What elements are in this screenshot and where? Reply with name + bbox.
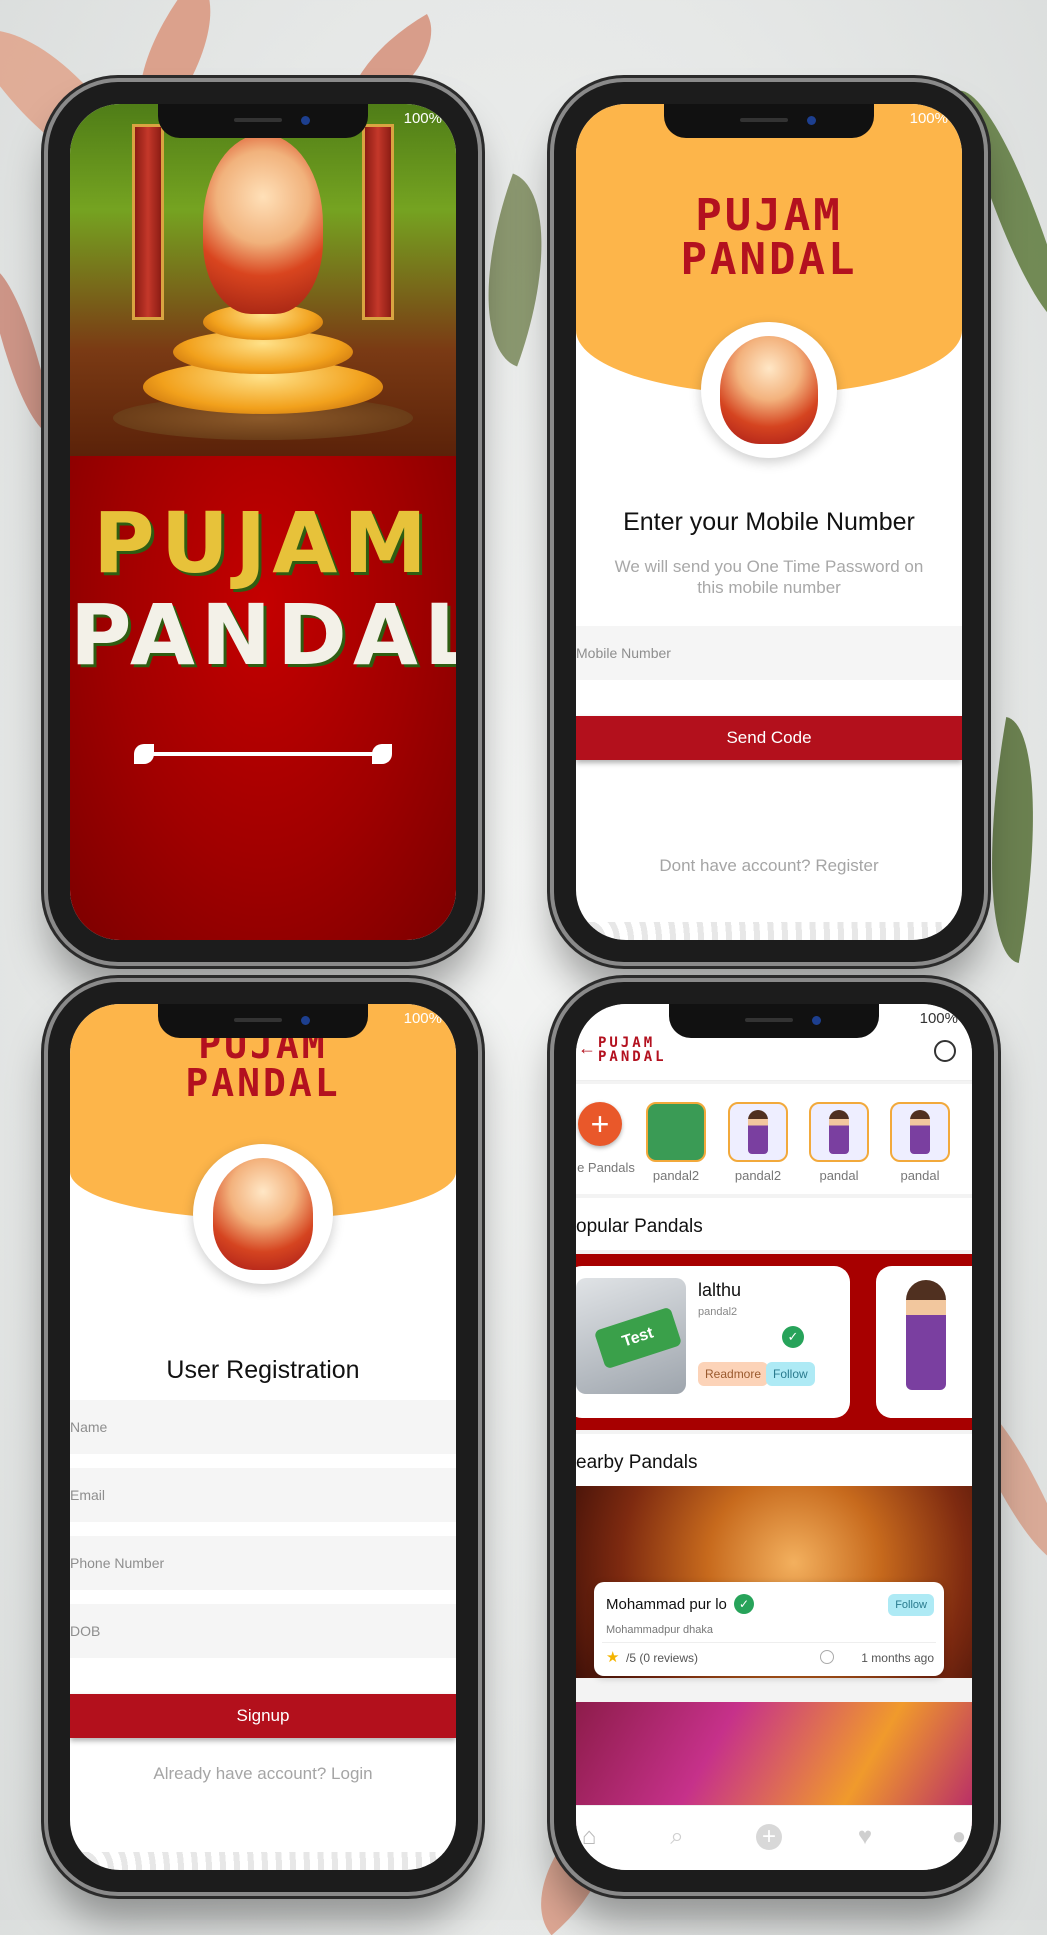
splash-screen: 100% PUJAM PANDAL — [70, 104, 456, 940]
home-icon[interactable]: ⌂ — [576, 1824, 602, 1850]
send-code-button[interactable]: Send Code — [576, 716, 962, 760]
nearby-pandal-name: Mohammad pur lo — [606, 1596, 727, 1613]
time-text: 1 months ago — [861, 1651, 934, 1665]
story-item[interactable]: pandal2 — [646, 1102, 706, 1183]
story-label: e Pandals — [577, 1160, 635, 1175]
phone-login: 100% PUJAM PANDAL Enter your Mobile Numb… — [554, 82, 984, 962]
logo-line1: PUJAM — [93, 494, 433, 592]
story-thumbnail — [890, 1102, 950, 1162]
story-label: pandal2 — [652, 1168, 700, 1183]
pandal-image — [906, 1280, 946, 1390]
follow-button[interactable]: Follow — [888, 1594, 934, 1616]
popular-pandals-carousel: Test lalthu pandal2 ✓ Readmore Follow — [576, 1254, 972, 1430]
dob-input[interactable]: DOB — [70, 1604, 456, 1658]
pandal-image: Test — [576, 1278, 686, 1394]
nearby-pandal-address: Mohammadpur dhaka — [606, 1624, 714, 1636]
star-icon: ★ — [606, 1649, 620, 1666]
login-subtitle: We will send you One Time Password on th… — [614, 557, 924, 597]
phone-splash: 100% PUJAM PANDAL — [48, 82, 478, 962]
stories-row: + e Pandals pandal2 pandal2 pandal panda… — [576, 1084, 972, 1194]
popular-section-title: opular Pandals — [576, 1216, 703, 1237]
login-title: Enter your Mobile Number — [623, 508, 915, 536]
phone-number-input[interactable]: Phone Number — [70, 1536, 456, 1590]
verified-icon: ✓ — [782, 1326, 804, 1348]
footer-pattern — [70, 1852, 456, 1870]
logo-line1: PUJAM — [598, 1035, 656, 1051]
pandal-subtitle: pandal2 — [698, 1306, 738, 1318]
story-label: pandal2 — [734, 1168, 782, 1183]
register-link[interactable]: Dont have account? Register — [576, 856, 962, 876]
follow-button[interactable]: Follow — [766, 1362, 815, 1386]
logo-line1: PUJAM — [695, 190, 843, 241]
story-thumbnail — [646, 1102, 706, 1162]
phone-notch — [158, 104, 368, 138]
temple-pillar — [132, 124, 164, 320]
email-input[interactable]: Email — [70, 1468, 456, 1522]
verified-icon: ✓ — [734, 1594, 754, 1614]
search-icon[interactable]: ⌕ — [664, 1824, 690, 1850]
phone-home: 100% ← PUJAM PANDAL + e Pandals pandal2 … — [554, 982, 994, 1892]
nearby-section-title: earby Pandals — [576, 1452, 698, 1473]
name-input[interactable]: Name — [70, 1400, 456, 1454]
register-screen: 100% PUJAM PANDAL User Registration Name… — [70, 1004, 456, 1870]
back-icon[interactable]: ← — [578, 1038, 596, 1059]
signup-button[interactable]: Signup — [70, 1694, 456, 1738]
splash-logo: PUJAM PANDAL — [70, 494, 456, 684]
home-screen: 100% ← PUJAM PANDAL + e Pandals pandal2 … — [576, 1004, 972, 1870]
mobile-number-input[interactable]: Mobile Number — [576, 626, 962, 680]
logo-line2: PANDAL — [70, 586, 456, 684]
location-target-icon[interactable] — [934, 1040, 956, 1062]
app-logo: PUJAM PANDAL — [576, 194, 962, 282]
add-icon[interactable]: + — [578, 1102, 622, 1146]
popular-pandal-card[interactable] — [876, 1266, 972, 1418]
ornament-divider — [134, 744, 392, 764]
registration-title: User Registration — [166, 1356, 360, 1384]
pandal-name: lalthu — [698, 1280, 742, 1300]
story-label: pandal — [819, 1168, 859, 1183]
phone-notch — [158, 1004, 368, 1038]
add-circle-icon[interactable]: + — [756, 1824, 782, 1850]
splash-temple-image — [70, 104, 456, 456]
nearby-pandal-card[interactable]: Mohammad pur lo ✓ Follow Mohammadpur dha… — [594, 1582, 944, 1676]
story-item[interactable]: pandal — [890, 1102, 950, 1183]
logo-line2: PANDAL — [598, 1049, 667, 1065]
rating-text: /5 (0 reviews) — [626, 1651, 699, 1665]
phone-notch — [669, 1004, 879, 1038]
login-screen: 100% PUJAM PANDAL Enter your Mobile Numb… — [576, 104, 962, 940]
bottom-navigation: ⌂ ⌕ + ♥ ● — [576, 1805, 972, 1870]
clock-icon — [820, 1650, 834, 1664]
ganesha-avatar — [193, 1144, 333, 1284]
status-bar: 100% — [403, 1010, 442, 1027]
ganesha-avatar — [701, 322, 837, 458]
story-label: pandal — [900, 1168, 940, 1183]
phone-notch — [664, 104, 874, 138]
profile-icon[interactable]: ● — [946, 1824, 972, 1850]
status-bar: 100% — [403, 110, 442, 127]
splash-red-background: PUJAM PANDAL — [70, 456, 456, 940]
footer-pattern — [576, 922, 962, 940]
login-link[interactable]: Already have account? Login — [70, 1764, 456, 1784]
heart-icon[interactable]: ♥ — [852, 1824, 878, 1850]
story-add-pandal[interactable]: + e Pandals — [576, 1102, 636, 1175]
phone-register: 100% PUJAM PANDAL User Registration Name… — [48, 982, 478, 1892]
logo-line2: PANDAL — [680, 234, 858, 285]
popular-pandal-card[interactable]: Test lalthu pandal2 ✓ Readmore Follow — [576, 1266, 850, 1418]
app-logo: PUJAM PANDAL — [598, 1036, 667, 1064]
temple-pillar — [362, 124, 394, 320]
readmore-button[interactable]: Readmore — [698, 1362, 769, 1386]
test-key: Test — [593, 1306, 683, 1370]
story-item[interactable]: pandal2 — [728, 1102, 788, 1183]
story-item[interactable]: pandal — [809, 1102, 869, 1183]
ganesha-idol — [203, 134, 323, 314]
story-thumbnail — [809, 1102, 869, 1162]
status-bar: 100% — [909, 110, 948, 127]
story-thumbnail — [728, 1102, 788, 1162]
logo-line2: PANDAL — [185, 1061, 341, 1105]
status-bar: 100% — [919, 1010, 958, 1027]
